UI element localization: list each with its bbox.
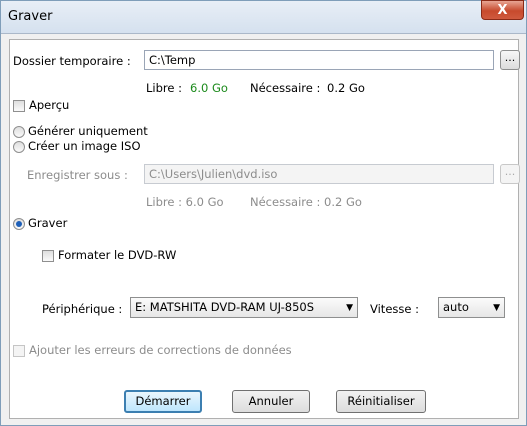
close-icon: X <box>497 3 508 18</box>
temp-needed-value: 0.2 Go <box>327 81 365 95</box>
temp-free-value: 6.0 Go <box>190 81 228 95</box>
temp-needed-label: Nécessaire : <box>250 81 321 95</box>
iso-needed-text: Nécessaire : 0.2 Go <box>250 195 362 209</box>
burn-label: Graver <box>28 216 68 230</box>
burn-dialog: Graver X Dossier temporaire : C:\Temp ..… <box>0 0 527 426</box>
temp-folder-input[interactable]: C:\Temp <box>144 50 494 70</box>
close-button[interactable]: X <box>481 0 524 20</box>
device-select[interactable]: E: MATSHITA DVD-RAM UJ-850S ▼ <box>130 297 358 318</box>
create-iso-radio[interactable] <box>13 141 25 153</box>
generate-only-label: Générer uniquement <box>28 124 148 138</box>
device-select-value: E: MATSHITA DVD-RAM UJ-850S <box>135 300 315 314</box>
start-button[interactable]: Démarrer <box>124 390 202 413</box>
dialog-content: Dossier temporaire : C:\Temp ... Libre :… <box>9 39 520 419</box>
speed-select-value: auto <box>443 300 469 314</box>
temp-free-label: Libre : <box>146 81 182 95</box>
preview-label: Aperçu <box>29 98 70 112</box>
title-bar: Graver X <box>1 0 526 34</box>
preview-checkbox[interactable] <box>13 100 25 112</box>
save-as-label: Enregistrer sous : <box>27 168 128 182</box>
error-correction-checkbox[interactable] <box>13 345 25 357</box>
create-iso-label: Créer un image ISO <box>28 139 141 153</box>
format-dvdrw-checkbox[interactable] <box>42 250 54 262</box>
iso-free-text: Libre : 6.0 Go <box>146 195 224 209</box>
burn-radio[interactable] <box>13 218 25 230</box>
temp-folder-browse-button[interactable]: ... <box>500 50 520 70</box>
window-title: Graver <box>8 9 53 24</box>
speed-select[interactable]: auto ▼ <box>438 297 505 318</box>
save-as-browse-button[interactable]: ... <box>500 164 520 184</box>
temp-folder-label: Dossier temporaire : <box>13 54 131 68</box>
reset-button[interactable]: Réinitialiser <box>336 390 426 413</box>
chevron-down-icon: ▼ <box>493 303 500 313</box>
generate-only-radio[interactable] <box>13 126 25 138</box>
speed-label: Vitesse : <box>370 302 419 316</box>
device-label: Périphérique : <box>42 302 123 316</box>
chevron-down-icon: ▼ <box>346 303 353 313</box>
cancel-button[interactable]: Annuler <box>232 390 310 413</box>
format-dvdrw-label: Formater le DVD-RW <box>58 248 177 262</box>
save-as-input[interactable]: C:\Users\Julien\dvd.iso <box>144 164 494 184</box>
error-correction-label: Ajouter les erreurs de corrections de do… <box>29 343 292 357</box>
